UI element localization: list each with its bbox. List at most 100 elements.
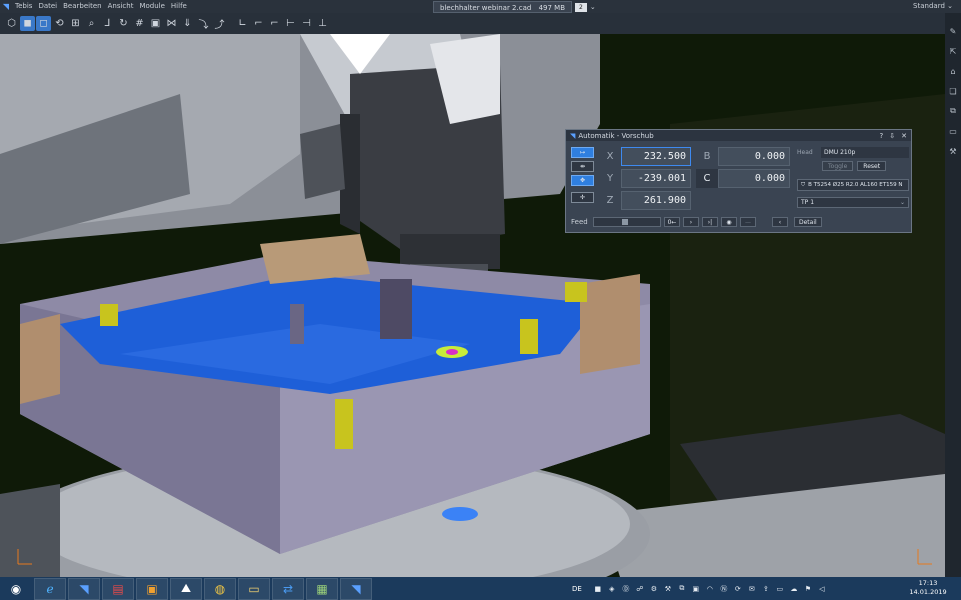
- tray-wifi-icon[interactable]: ◠: [704, 583, 716, 595]
- axis-c-label[interactable]: C: [696, 169, 718, 188]
- document-tab[interactable]: blechhalter webinar 2.cad 497 MB: [433, 1, 572, 13]
- tools-icon[interactable]: ⚒: [947, 145, 959, 157]
- internet-explorer-icon[interactable]: ℯ: [34, 577, 66, 600]
- mode-select[interactable]: Standard ⌄: [913, 0, 953, 13]
- tray-speaker-icon[interactable]: ◁: [816, 583, 828, 595]
- coord-yz-icon[interactable]: ⊣: [299, 16, 314, 31]
- cube-wire-icon[interactable]: ⬡: [4, 16, 19, 31]
- tebis-app-icon[interactable]: ◥: [68, 577, 100, 600]
- axis-c-field[interactable]: 0.000: [718, 169, 790, 188]
- clock-date: 14.01.2019: [909, 588, 947, 596]
- axis-icon[interactable]: ⅃: [100, 16, 115, 31]
- cube-shaded-icon[interactable]: ◼: [20, 16, 35, 31]
- prev-button[interactable]: ‹: [772, 217, 788, 227]
- move-all-button[interactable]: ✢: [571, 192, 594, 203]
- refresh-icon[interactable]: ↻: [116, 16, 131, 31]
- skip-end-button[interactable]: ›|: [702, 217, 718, 227]
- zoom-icon[interactable]: ⌕: [84, 16, 99, 31]
- copy-icon[interactable]: ⧉: [947, 105, 959, 117]
- frame-icon[interactable]: ▣: [148, 16, 163, 31]
- feed-slider[interactable]: [593, 217, 661, 227]
- detail-button[interactable]: Detail: [794, 217, 822, 227]
- move-linear-button[interactable]: ↦: [571, 147, 594, 158]
- file-explorer-icon[interactable]: ▭: [238, 577, 270, 600]
- tray-n-icon[interactable]: Ⓝ: [718, 583, 730, 595]
- tray-app2-icon[interactable]: ▣: [690, 583, 702, 595]
- pencil-icon[interactable]: ✎: [947, 25, 959, 37]
- cube-transparent-icon[interactable]: ◻: [36, 16, 51, 31]
- zoom-window-icon[interactable]: ⊞: [68, 16, 83, 31]
- panel-title: Automatik - Vorschub: [578, 131, 654, 140]
- tray-tool2-icon[interactable]: ⚒: [662, 583, 674, 595]
- head-value[interactable]: DMU 210p: [821, 147, 909, 158]
- document-count-badge[interactable]: 2: [575, 2, 587, 12]
- reset-button[interactable]: Reset: [857, 161, 887, 171]
- tool-selector[interactable]: ⛉ B T5254 Ø25 R2.0 AL160 ET159 N: [797, 179, 909, 191]
- view-right-icon[interactable]: ⤵: [196, 16, 211, 31]
- feed-slider-thumb[interactable]: [622, 219, 628, 225]
- cursor-icon[interactable]: ⇱: [947, 45, 959, 57]
- coord-xz-icon[interactable]: ⊥: [315, 16, 330, 31]
- layers-icon[interactable]: ❏: [947, 85, 959, 97]
- grid-icon[interactable]: #: [132, 16, 147, 31]
- remote-desktop-icon[interactable]: ▦: [306, 577, 338, 600]
- chrome-icon[interactable]: ◍: [204, 577, 236, 600]
- axis-x-field[interactable]: 232.500: [621, 147, 691, 166]
- toggle-button[interactable]: Toggle: [822, 161, 854, 171]
- tray-copy-icon[interactable]: ⧉: [676, 583, 688, 595]
- toolpath-select[interactable]: TP 1 ⌄: [797, 197, 909, 208]
- view-iso-icon[interactable]: ⋈: [164, 16, 179, 31]
- pin-icon[interactable]: ⇩: [889, 132, 895, 140]
- menu-tebis[interactable]: Tebis: [12, 0, 35, 13]
- move-step-button[interactable]: ⇹: [571, 161, 594, 172]
- step-back-button[interactable]: 0←: [664, 217, 680, 227]
- toggle-reset-row: Toggle Reset: [822, 161, 887, 171]
- chevron-down-icon[interactable]: ⌄: [590, 3, 596, 11]
- tray-sync-icon[interactable]: ⟳: [732, 583, 744, 595]
- menu-module[interactable]: Module: [136, 0, 167, 13]
- tebis-app-2-icon[interactable]: ◥: [340, 577, 372, 600]
- machine-scene: [0, 34, 945, 577]
- coord-x-icon[interactable]: ∟: [235, 16, 250, 31]
- menu-datei[interactable]: Datei: [35, 0, 60, 13]
- close-icon[interactable]: ✕: [901, 132, 907, 140]
- tray-shield-icon[interactable]: ◈: [606, 583, 618, 595]
- mountain-app-icon[interactable]: ⛰: [170, 577, 202, 600]
- tray-monitor-icon[interactable]: ▭: [774, 583, 786, 595]
- axis-b-field[interactable]: 0.000: [718, 147, 790, 166]
- 3d-viewport[interactable]: [0, 34, 945, 577]
- coord-xy-icon[interactable]: ⊢: [283, 16, 298, 31]
- home-icon[interactable]: ⌂: [947, 65, 959, 77]
- tool-label: B T5254 Ø25 R2.0 AL160 ET159 N: [808, 182, 903, 188]
- tray-update-icon[interactable]: ⇪: [760, 583, 772, 595]
- menu-ansicht[interactable]: Ansicht: [105, 0, 137, 13]
- document-app-icon[interactable]: ▤: [102, 577, 134, 600]
- menu-hilfe[interactable]: Hilfe: [168, 0, 190, 13]
- tray-tool-icon[interactable]: ⚙: [648, 583, 660, 595]
- help-icon[interactable]: ?: [880, 132, 884, 140]
- record-button[interactable]: ◉: [721, 217, 737, 227]
- view-front-icon[interactable]: ⇓: [180, 16, 195, 31]
- monitor-icon[interactable]: ▭: [947, 125, 959, 137]
- tray-app-icon[interactable]: ■: [592, 583, 604, 595]
- rotate-icon[interactable]: ⟲: [52, 16, 67, 31]
- tray-network-icon[interactable]: ☍: [634, 583, 646, 595]
- axis-z-field[interactable]: 261.900: [621, 191, 691, 210]
- move-3d-button[interactable]: ✥: [571, 175, 594, 186]
- tray-flag-icon[interactable]: ⚑: [802, 583, 814, 595]
- axis-y-field[interactable]: -239.001: [621, 169, 691, 188]
- panel-titlebar[interactable]: ◥ Automatik - Vorschub ? ⇩ ✕: [566, 130, 911, 141]
- tray-cloud-icon[interactable]: ☁: [788, 583, 800, 595]
- windows-start-icon[interactable]: ◉: [0, 578, 32, 600]
- menu-bearbeiten[interactable]: Bearbeiten: [60, 0, 104, 13]
- teamviewer-icon[interactable]: ⇄: [272, 577, 304, 600]
- coord-z-icon[interactable]: ⌐: [267, 16, 282, 31]
- play-button[interactable]: ›: [683, 217, 699, 227]
- coord-y-icon[interactable]: ⌐: [251, 16, 266, 31]
- language-indicator[interactable]: DE: [572, 585, 582, 593]
- view-top-icon[interactable]: ⤴: [212, 16, 227, 31]
- tray-dw-icon[interactable]: Ⓓ: [620, 583, 632, 595]
- office-app-icon[interactable]: ▣: [136, 577, 168, 600]
- tray-chat-icon[interactable]: ✉: [746, 583, 758, 595]
- clock[interactable]: 17:13 14.01.2019: [908, 579, 948, 597]
